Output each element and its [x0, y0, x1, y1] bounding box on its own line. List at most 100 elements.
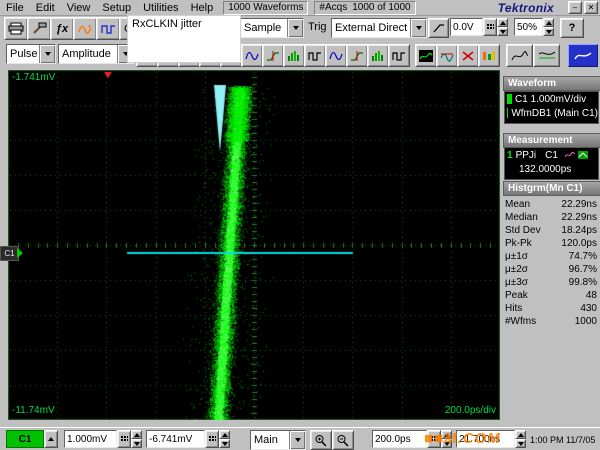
- spin-down-icon[interactable]: [131, 439, 142, 448]
- meas-duty-button[interactable]: [304, 44, 326, 67]
- vertical-scale-value[interactable]: 1.000mV: [64, 430, 117, 448]
- meas-peak-button[interactable]: [283, 44, 305, 67]
- timebase-label: 200.0ps/div: [445, 405, 496, 416]
- reference-wave-button[interactable]: [73, 17, 97, 40]
- spin-up-icon[interactable]: [131, 430, 142, 439]
- waveform-display[interactable]: -1.741mV -11.74mV 200.0ps/div: [8, 70, 500, 420]
- display-vectors-button[interactable]: [533, 44, 560, 67]
- horizontal-mode-value: Main: [251, 431, 289, 449]
- spin-up-icon[interactable]: [441, 430, 452, 439]
- horizontal-scale-spinner[interactable]: 200.0ps: [372, 430, 452, 448]
- trigger-position-value[interactable]: 50%: [514, 18, 543, 36]
- stat-value: 48: [586, 290, 597, 301]
- tektronix-logo: Tektronix: [498, 1, 554, 15]
- chevron-down-icon[interactable]: [289, 431, 305, 449]
- measure-category-combo[interactable]: Pulse: [6, 44, 56, 64]
- waveform-header-label: Waveform: [508, 78, 556, 89]
- display-infinite-persistence-button[interactable]: [568, 44, 598, 67]
- horizontal-position-spinner[interactable]: 21.700ns: [456, 430, 526, 448]
- spin-up-icon[interactable]: [515, 430, 526, 439]
- trigger-level-spinner[interactable]: 0.0V: [450, 18, 508, 36]
- menu-help[interactable]: Help: [185, 2, 220, 14]
- menu-utilities[interactable]: Utilities: [137, 2, 184, 14]
- spin-up-icon[interactable]: [497, 18, 508, 27]
- reference-levels-button[interactable]: [436, 44, 458, 67]
- spin-down-icon[interactable]: [219, 439, 230, 448]
- horizontal-scale-value[interactable]: 200.0ps: [372, 430, 427, 448]
- chevron-down-icon[interactable]: [287, 19, 303, 37]
- menu-file[interactable]: File: [0, 2, 30, 14]
- vertical-scale-spinner[interactable]: 1.000mV: [64, 430, 142, 448]
- clear-measurements-button[interactable]: [457, 44, 479, 67]
- stat-row-mu3sigma: μ±3σ99.8%: [505, 276, 597, 289]
- plot-canvas[interactable]: [8, 70, 500, 420]
- chevron-down-icon[interactable]: [410, 19, 426, 37]
- horizontal-mode-combo[interactable]: Main: [250, 430, 306, 450]
- channel-position-arrow-icon[interactable]: [17, 248, 23, 258]
- acquisition-mode-combo[interactable]: Sample: [240, 18, 304, 38]
- bottom-control-bar: C1 1.000mV -6.741mV Main: [0, 427, 600, 450]
- fx-icon: ƒx: [56, 23, 68, 35]
- teal-wave-icon: [440, 50, 454, 62]
- measurement-source: C1: [545, 150, 558, 161]
- vertical-setup-button[interactable]: [96, 17, 120, 40]
- waveform-row-c1[interactable]: C1 1.000mV/div: [505, 92, 598, 106]
- stat-label: Peak: [505, 290, 586, 301]
- display-dots-button[interactable]: [506, 44, 533, 67]
- measurement-readout-box[interactable]: 1 PPJi C1 132.0000ps: [504, 147, 599, 180]
- chevron-down-icon[interactable]: [39, 45, 55, 63]
- spin-up-icon[interactable]: [219, 430, 230, 439]
- zoom-in-button[interactable]: [310, 430, 332, 450]
- mini-stat-icon: [578, 151, 588, 159]
- menu-view[interactable]: View: [61, 2, 97, 14]
- waveform-annotation-box[interactable]: RxCLKIN jitter: [128, 16, 240, 62]
- stat-value: 430: [580, 303, 597, 314]
- context-help-button[interactable]: ?: [560, 18, 584, 38]
- stat-label: Mean: [505, 199, 561, 210]
- spin-down-icon[interactable]: [497, 27, 508, 36]
- meas-fall-time-button[interactable]: [262, 44, 284, 67]
- squarewave-icon: [308, 50, 322, 62]
- stat-value: 22.29ns: [561, 199, 597, 210]
- channel-select-value[interactable]: C1: [6, 430, 44, 448]
- trigger-level-value[interactable]: 0.0V: [450, 18, 483, 36]
- zoom-out-button[interactable]: [332, 430, 354, 450]
- menu-bar: File Edit View Setup Utilities Help 1000…: [0, 0, 600, 16]
- trigger-position-spinner[interactable]: 50%: [514, 18, 554, 36]
- spin-up-icon[interactable]: [543, 18, 554, 27]
- keypad-icon[interactable]: [427, 430, 441, 448]
- spin-down-icon[interactable]: [543, 27, 554, 36]
- measure-type-combo[interactable]: Amplitude: [58, 44, 134, 64]
- trigger-slope-button[interactable]: [428, 18, 449, 38]
- horizontal-position-value[interactable]: 21.700ns: [456, 430, 515, 448]
- stat-row-mu1sigma: μ±1σ74.7%: [505, 250, 597, 263]
- menu-edit[interactable]: Edit: [30, 2, 61, 14]
- keypad-icon[interactable]: [205, 430, 219, 448]
- minimize-button[interactable]: –: [568, 1, 582, 14]
- print-button[interactable]: [4, 17, 28, 40]
- setup-tools-button[interactable]: [27, 17, 51, 40]
- keypad-icon[interactable]: [117, 430, 131, 448]
- meas-delay-button[interactable]: [325, 44, 347, 67]
- meas-overshoot-button[interactable]: [346, 44, 368, 67]
- trigger-source-combo[interactable]: External Direct: [331, 18, 427, 38]
- waveform-count-text: 1000 Waveforms: [228, 2, 303, 13]
- channel-select-control[interactable]: C1: [6, 430, 58, 448]
- close-button[interactable]: ✕: [584, 1, 598, 14]
- menu-setup[interactable]: Setup: [96, 2, 137, 14]
- keypad-icon[interactable]: [483, 18, 497, 36]
- spin-down-icon[interactable]: [515, 439, 526, 448]
- spin-down-icon[interactable]: [441, 439, 452, 448]
- meas-amplitude-button[interactable]: [241, 44, 263, 67]
- meas-rms-button[interactable]: [388, 44, 410, 67]
- waveform-row-label: C1 1.000mV/div: [515, 94, 586, 105]
- waveform-row-wfmdb1[interactable]: WfmDB1 (Main C1): [505, 106, 598, 120]
- stat-value: 74.7%: [569, 251, 597, 262]
- waveform-database-button[interactable]: [415, 44, 437, 67]
- vertical-offset-value[interactable]: -6.741mV: [146, 430, 205, 448]
- statistics-button[interactable]: [478, 44, 500, 67]
- channel-up-icon[interactable]: [44, 430, 58, 448]
- math-fx-button[interactable]: ƒx: [50, 17, 74, 40]
- meas-mean-button[interactable]: [367, 44, 389, 67]
- vertical-offset-spinner[interactable]: -6.741mV: [146, 430, 230, 448]
